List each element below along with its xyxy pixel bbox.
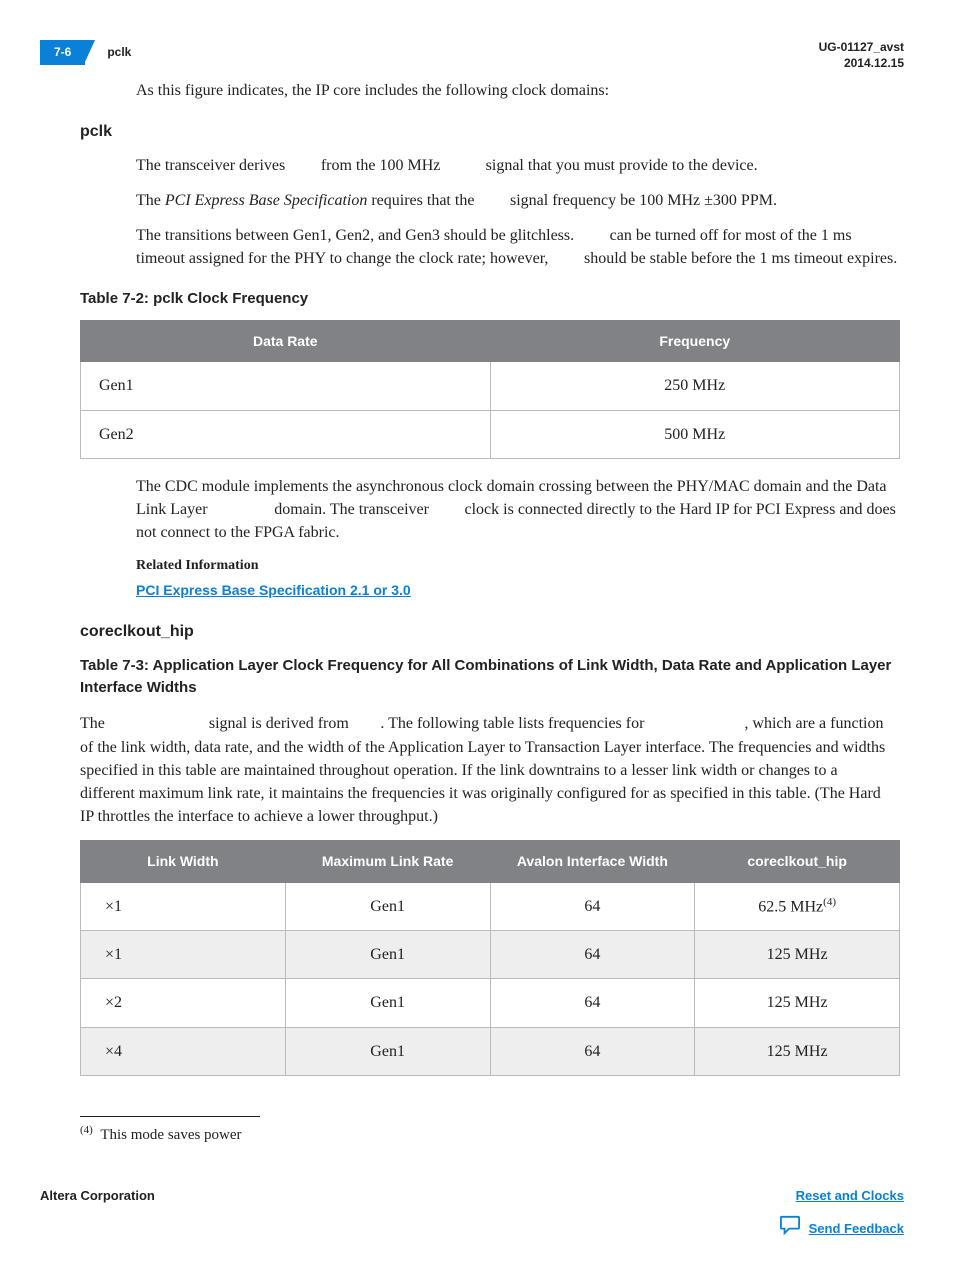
footnote-marker: (4) xyxy=(80,1124,93,1136)
cell: Gen1 xyxy=(285,882,490,931)
text: signal that you must provide to the devi… xyxy=(486,157,758,174)
coreclkout-paragraph: The coreclkout_hip signal is derived fro… xyxy=(80,712,894,828)
text: from the 100 MHz xyxy=(321,157,445,174)
cell: 64 xyxy=(490,882,695,931)
table-7-2: Data Rate Frequency Gen1 250 MHz Gen2 50… xyxy=(80,320,900,459)
doc-date: 2014.12.15 xyxy=(819,56,904,72)
doc-id: UG-01127_avst xyxy=(819,40,904,56)
cell: ×2 xyxy=(81,979,286,1027)
cell: Gen1 xyxy=(285,931,490,979)
footnote-text: This mode saves power xyxy=(100,1127,241,1143)
text: The xyxy=(80,715,109,732)
reset-clocks-link[interactable]: Reset and Clocks xyxy=(779,1187,904,1206)
cell: 125 MHz xyxy=(695,979,900,1027)
related-title: Related Information xyxy=(136,556,904,576)
text: clock is connected directly to the Hard … xyxy=(136,501,896,541)
cdc-paragraph: The CDC module implements the asynchrono… xyxy=(136,475,904,545)
pclk-p3: The transitions between Gen1, Gen2, and … xyxy=(136,224,904,270)
cell: Gen1 xyxy=(285,979,490,1027)
pclk-heading: pclk xyxy=(80,120,904,143)
cell: Gen2 xyxy=(81,410,491,458)
cell: 500 MHz xyxy=(490,410,900,458)
text: should be stable before the 1 ms timeout… xyxy=(580,250,897,267)
table-row: Gen2 500 MHz xyxy=(81,410,900,458)
cell: 125 MHz xyxy=(695,931,900,979)
col-header: Avalon Interface Width xyxy=(490,841,695,882)
related-link[interactable]: PCI Express Base Specification 2.1 or 3.… xyxy=(136,582,411,598)
text: The transceiver derives xyxy=(136,157,289,174)
table-row: ×1 Gen1 64 62.5 MHz(4) xyxy=(81,882,900,931)
table-row: Gen1 250 MHz xyxy=(81,362,900,410)
footnote-rule xyxy=(80,1116,260,1117)
feedback-icon xyxy=(779,1215,801,1242)
text: requires that the xyxy=(367,192,478,209)
cell: 64 xyxy=(490,931,695,979)
page-number: 7-6 xyxy=(40,40,85,65)
text: domain. The transceiver xyxy=(270,501,433,518)
doc-id-block: UG-01127_avst 2014.12.15 xyxy=(819,40,904,71)
footnote: (4) This mode saves power xyxy=(80,1123,904,1147)
cell: 64 xyxy=(490,979,695,1027)
footnote-ref: (4) xyxy=(823,896,836,908)
table-7-3-caption: Table 7-3: Application Layer Clock Frequ… xyxy=(80,655,900,699)
related-info: Related Information PCI Express Base Spe… xyxy=(136,556,904,601)
col-header: coreclkout_hip xyxy=(695,841,900,882)
cell: ×4 xyxy=(81,1027,286,1075)
value: 62.5 MHz xyxy=(758,898,823,915)
col-header: Data Rate xyxy=(81,321,491,362)
cell: 250 MHz xyxy=(490,362,900,410)
cell: ×1 xyxy=(81,882,286,931)
page-footer: Altera Corporation Reset and Clocks Send… xyxy=(40,1187,904,1243)
corporation-name: Altera Corporation xyxy=(40,1187,155,1206)
cell: 62.5 MHz(4) xyxy=(695,882,900,931)
cell: ×1 xyxy=(81,931,286,979)
send-feedback-link[interactable]: Send Feedback xyxy=(809,1220,904,1239)
coreclkout-heading: coreclkout_hip xyxy=(80,620,904,643)
page-header: 7-6 pclk UG-01127_avst 2014.12.15 xyxy=(40,40,904,71)
table-row: ×2 Gen1 64 125 MHz xyxy=(81,979,900,1027)
page-badge: 7-6 pclk xyxy=(40,40,131,65)
cell: 125 MHz xyxy=(695,1027,900,1075)
text: signal is derived from xyxy=(205,715,353,732)
col-header: Maximum Link Rate xyxy=(285,841,490,882)
section-name: pclk xyxy=(107,44,131,61)
cell: Gen1 xyxy=(285,1027,490,1075)
cell: Gen1 xyxy=(81,362,491,410)
col-header: Link Width xyxy=(81,841,286,882)
pclk-p1: The transceiver derives pclk from the 10… xyxy=(136,154,904,177)
col-header: Frequency xyxy=(490,321,900,362)
table-7-3: Link Width Maximum Link Rate Avalon Inte… xyxy=(80,840,900,1075)
cell: 64 xyxy=(490,1027,695,1075)
table-row: ×4 Gen1 64 125 MHz xyxy=(81,1027,900,1075)
text: The transitions between Gen1, Gen2, and … xyxy=(136,227,578,244)
intro-paragraph: As this figure indicates, the IP core in… xyxy=(136,79,904,102)
spec-name: PCI Express Base Specification xyxy=(165,192,367,209)
text: signal frequency be 100 MHz ±300 PPM. xyxy=(506,192,777,209)
pclk-p2: The PCI Express Base Specification requi… xyxy=(136,189,904,212)
text: . The following table lists frequencies … xyxy=(380,715,648,732)
table-7-2-caption: Table 7-2: pclk Clock Frequency xyxy=(80,288,904,310)
text: The xyxy=(136,192,165,209)
table-row: ×1 Gen1 64 125 MHz xyxy=(81,931,900,979)
